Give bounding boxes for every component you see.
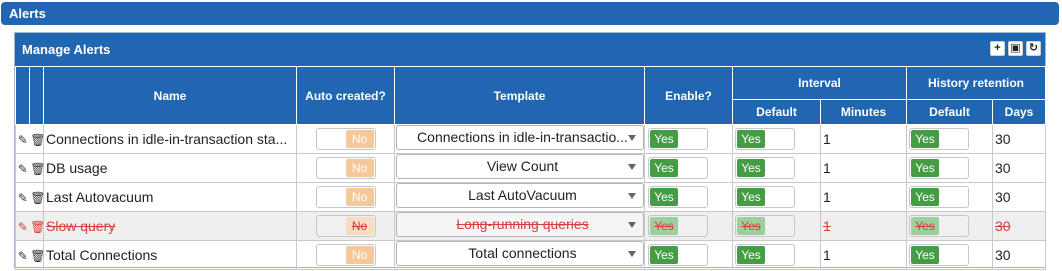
history-default-toggle[interactable]: Yes — [909, 128, 969, 150]
history-default-toggle[interactable]: Yes — [909, 186, 969, 208]
edit-icon[interactable]: ✎ — [17, 220, 29, 234]
interval-default-toggle[interactable]: Yes — [735, 128, 795, 150]
col-name[interactable]: Name — [43, 66, 297, 125]
chevron-down-icon — [627, 251, 636, 257]
interval-minutes: 1 — [823, 131, 831, 147]
auto-created-toggle[interactable]: No — [315, 215, 376, 237]
template-select[interactable]: View Count — [395, 154, 644, 179]
auto-created-toggle[interactable]: No — [315, 128, 376, 150]
table-row: ✎ 🗑 Total Connections No Total connectio… — [15, 240, 1047, 270]
panel-header: Manage Alerts + ▣ ↻ — [15, 33, 1045, 66]
edit-icon[interactable]: ✎ — [17, 191, 29, 205]
col-interval: Interval — [732, 66, 907, 100]
chevron-down-icon — [627, 135, 636, 141]
refresh-icon[interactable]: ↻ — [1026, 41, 1041, 56]
auto-created-toggle[interactable]: No — [315, 157, 376, 179]
enable-toggle[interactable]: Yes — [648, 157, 708, 179]
alert-name: Connections in idle-in-transaction sta..… — [46, 131, 288, 147]
col-history: History retention — [905, 66, 1047, 100]
table-row: ✎ 🗑 Last Autovacuum No Last AutoVacuum Y… — [15, 182, 1047, 212]
enable-toggle[interactable]: Yes — [648, 215, 708, 237]
delete-icon[interactable]: 🗑 — [30, 249, 45, 263]
col-enable[interactable]: Enable? — [644, 66, 733, 125]
delete-icon[interactable]: 🗑 — [30, 133, 45, 147]
panel-title: Manage Alerts — [22, 42, 111, 57]
interval-default-toggle[interactable]: Yes — [735, 186, 795, 208]
history-days: 30 — [995, 218, 1011, 234]
save-icon[interactable]: ▣ — [1008, 41, 1023, 56]
history-days: 30 — [995, 189, 1011, 205]
delete-icon[interactable]: 🗑 — [30, 162, 45, 176]
enable-toggle[interactable]: Yes — [648, 244, 708, 266]
col-interval-default[interactable]: Default — [732, 99, 821, 125]
col-interval-minutes[interactable]: Minutes — [820, 99, 907, 125]
alerts-table: Name Auto created? Template Enable? Inte… — [15, 66, 1047, 270]
page-title: Alerts — [9, 6, 46, 21]
alert-name: Slow query — [46, 218, 116, 234]
table-row: ✎ 🗑 Connections in idle-in-transaction s… — [15, 124, 1047, 154]
interval-minutes: 1 — [823, 218, 831, 234]
col-history-default[interactable]: Default — [906, 99, 993, 125]
manage-alerts-panel: Manage Alerts + ▣ ↻ Name Auto created? T… — [14, 32, 1047, 270]
interval-minutes: 1 — [823, 189, 831, 205]
alert-name: Last Autovacuum — [46, 189, 154, 205]
edit-icon[interactable]: ✎ — [17, 133, 29, 147]
table-row: ✎ 🗑 Slow query No Long-running queries Y… — [15, 211, 1047, 241]
history-days: 30 — [995, 131, 1011, 147]
col-template[interactable]: Template — [394, 66, 645, 125]
chevron-down-icon — [627, 222, 636, 228]
edit-icon[interactable]: ✎ — [17, 249, 29, 263]
alert-name: DB usage — [46, 160, 108, 176]
template-select[interactable]: Connections in idle-in-transactio... — [395, 125, 644, 150]
chevron-down-icon — [627, 164, 636, 170]
template-select[interactable]: Last AutoVacuum — [395, 183, 644, 208]
history-default-toggle[interactable]: Yes — [909, 157, 969, 179]
alert-name: Total Connections — [46, 247, 158, 263]
history-default-toggle[interactable]: Yes — [909, 215, 969, 237]
interval-default-toggle[interactable]: Yes — [735, 215, 795, 237]
template-select[interactable]: Total connections — [395, 241, 644, 266]
interval-default-toggle[interactable]: Yes — [735, 244, 795, 266]
history-default-toggle[interactable]: Yes — [909, 244, 969, 266]
history-days: 30 — [995, 247, 1011, 263]
panel-toolbar: + ▣ ↻ — [990, 41, 1041, 56]
template-select[interactable]: Long-running queries — [395, 212, 644, 237]
col-action-1 — [15, 66, 30, 125]
edit-icon[interactable]: ✎ — [17, 162, 29, 176]
page-title-bar: Alerts — [1, 2, 1059, 25]
history-days: 30 — [995, 160, 1011, 176]
col-action-2 — [29, 66, 44, 125]
enable-toggle[interactable]: Yes — [648, 186, 708, 208]
table-row: ✎ 🗑 DB usage No View Count Yes Yes 1 Yes… — [15, 153, 1047, 183]
enable-toggle[interactable]: Yes — [648, 128, 708, 150]
auto-created-toggle[interactable]: No — [315, 244, 376, 266]
delete-icon[interactable]: 🗑 — [30, 191, 45, 205]
interval-minutes: 1 — [823, 247, 831, 263]
delete-icon[interactable]: 🗑 — [30, 220, 45, 234]
auto-created-toggle[interactable]: No — [315, 186, 376, 208]
interval-minutes: 1 — [823, 160, 831, 176]
interval-default-toggle[interactable]: Yes — [735, 157, 795, 179]
col-history-days[interactable]: Days — [991, 99, 1047, 125]
add-icon[interactable]: + — [990, 41, 1005, 56]
chevron-down-icon — [627, 193, 636, 199]
col-auto-created[interactable]: Auto created? — [296, 66, 395, 125]
